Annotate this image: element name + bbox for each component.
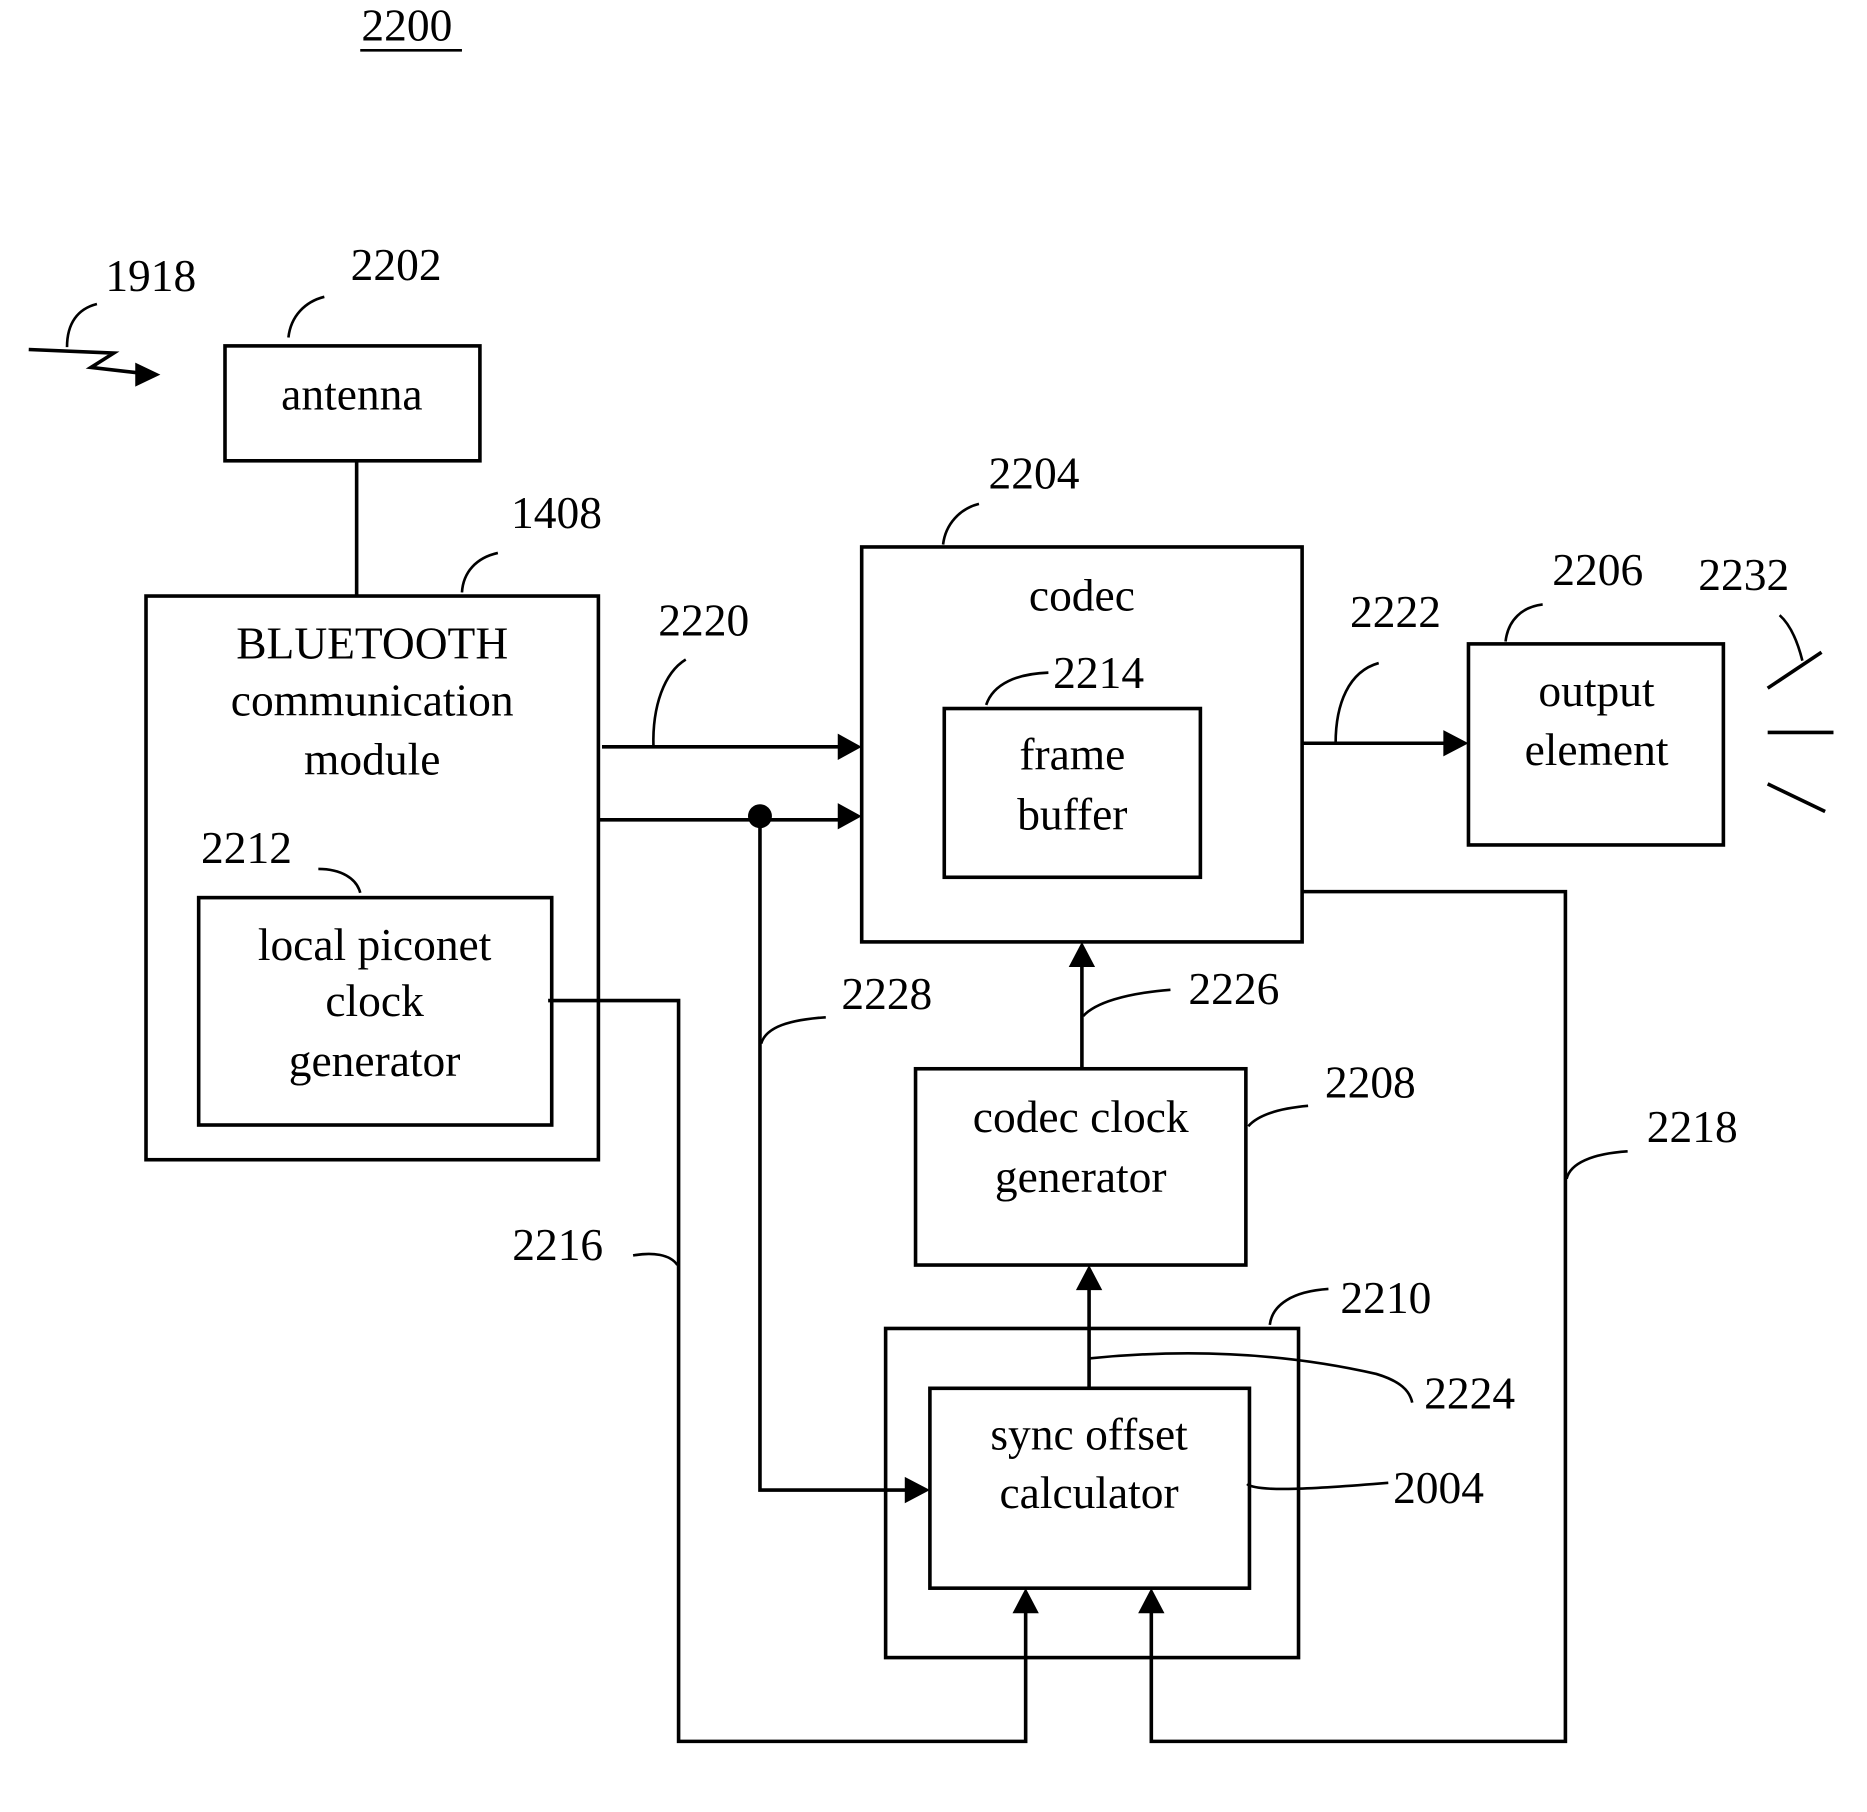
ref-piconet-to-sync: 2216 <box>512 1219 603 1270</box>
output-label-line1: output <box>1538 665 1655 716</box>
piconet-clock-block[interactable]: local piconet clock generator <box>196 895 554 1127</box>
piconet-label-line1: local piconet <box>258 919 492 970</box>
ref-sync-offset: 2004 <box>1393 1462 1484 1513</box>
signal-arrowhead <box>135 362 161 387</box>
leader-codec-clock <box>1247 1104 1309 1128</box>
ref-signal: 1918 <box>105 250 196 301</box>
leader-bt-clock <box>759 1015 826 1045</box>
leader-codec-clock-to-codec <box>1082 988 1171 1018</box>
ref-codec-clock: 2208 <box>1325 1056 1416 1107</box>
arrowhead-codec-clock-to-codec <box>1068 941 1096 968</box>
codec-clock-label-line1: codec clock <box>973 1091 1189 1142</box>
emission-line-bottom <box>1766 782 1826 814</box>
leader-sync-offset <box>1246 1481 1389 1491</box>
leader-signal <box>65 302 98 348</box>
ref-codec-clock-to-codec: 2226 <box>1188 963 1279 1014</box>
output-element-block[interactable]: output element <box>1466 642 1726 847</box>
ref-codec-to-sync: 2218 <box>1647 1101 1738 1152</box>
ref-emission: 2232 <box>1698 549 1789 600</box>
ref-sync-to-codec-clock: 2224 <box>1424 1368 1515 1419</box>
leader-output <box>1504 603 1543 642</box>
antenna-block[interactable]: antenna <box>223 344 482 463</box>
output-label-line2: element <box>1525 724 1669 775</box>
ref-bt-to-codec: 2220 <box>658 595 749 646</box>
ref-sync-container: 2210 <box>1340 1272 1431 1323</box>
codec-clock-block[interactable]: codec clock generator <box>913 1066 1248 1267</box>
frame-buffer-block[interactable]: frame buffer <box>942 706 1203 880</box>
ref-antenna: 2202 <box>351 239 442 290</box>
frame-buffer-label-line1: frame <box>1019 729 1125 780</box>
sync-offset-label-line2: calculator <box>999 1467 1178 1518</box>
block-diagram: 2200 1918 antenna 2202 BLUETOOTH communi… <box>28 0 1834 1744</box>
leader-antenna <box>287 295 325 338</box>
ref-bt-clock: 2228 <box>841 968 932 1019</box>
leader-frame-buffer <box>984 671 1049 706</box>
leader-codec-to-sync <box>1565 1150 1628 1180</box>
ref-codec: 2204 <box>989 447 1080 498</box>
leader-bt-to-codec <box>652 658 687 747</box>
arrowhead-sync-to-codec-clock <box>1075 1265 1103 1291</box>
arrowhead-clock-to-sync <box>904 1476 930 1504</box>
antenna-label: antenna <box>281 368 422 419</box>
ref-frame-buffer: 2214 <box>1053 647 1144 698</box>
ref-output: 2206 <box>1552 544 1643 595</box>
leader-emission <box>1778 614 1804 661</box>
codec-label: codec <box>1029 569 1135 620</box>
arrowhead-codec-to-sync <box>1138 1588 1165 1614</box>
frame-buffer-label-line2: buffer <box>1017 788 1127 839</box>
piconet-label-line3: generator <box>289 1035 461 1086</box>
codec-clock-label-line2: generator <box>995 1151 1167 1202</box>
arrowhead-bt-to-codec <box>837 733 862 760</box>
leader-sync-container <box>1268 1287 1329 1326</box>
connection-piconet-to-sync <box>548 998 1028 1744</box>
arrowhead-codec-to-output <box>1443 730 1469 757</box>
leader-bluetooth <box>460 551 499 593</box>
wireless-signal-icon <box>28 347 144 376</box>
leader-piconet-to-sync <box>632 1252 679 1266</box>
ref-piconet: 2212 <box>201 822 292 873</box>
sync-offset-label-line1: sync offset <box>990 1408 1188 1459</box>
emission-line-top <box>1766 650 1823 690</box>
bluetooth-label-line3: module <box>304 733 440 784</box>
piconet-label-line2: clock <box>325 975 424 1026</box>
bluetooth-label-line2: communication <box>231 675 514 726</box>
leader-piconet <box>318 867 362 894</box>
ref-codec-to-output: 2222 <box>1350 586 1441 637</box>
figure-number: 2200 <box>361 0 452 51</box>
sync-offset-block[interactable]: sync offset calculator <box>928 1386 1252 1590</box>
ref-bluetooth: 1408 <box>511 487 602 538</box>
leader-codec-to-output <box>1334 661 1380 744</box>
leader-codec <box>941 502 980 545</box>
arrowhead-bt-clock <box>837 803 862 830</box>
arrowhead-piconet-to-sync <box>1012 1588 1039 1614</box>
bluetooth-label-line1: BLUETOOTH <box>236 617 508 668</box>
